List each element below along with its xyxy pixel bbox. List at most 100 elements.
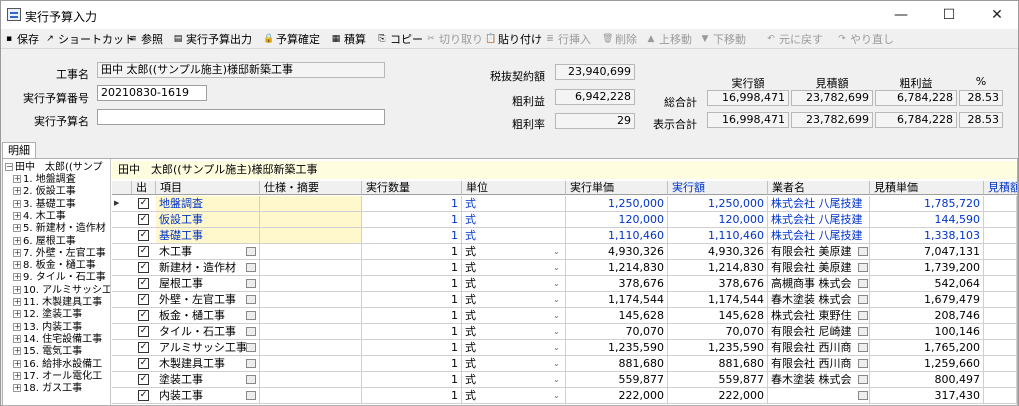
price-cell[interactable]: 1,174,544 [566, 292, 668, 307]
include-checkbox[interactable]: ✓ [138, 374, 149, 385]
table-row[interactable]: ✓ 外壁・左官工事 1 式 ⌄ 1,174,544 1,174,544 春木塗装 株式会 1,6… [112, 292, 1017, 308]
include-checkbox[interactable]: ✓ [138, 214, 149, 225]
detail-button-icon[interactable] [246, 247, 256, 256]
detail-button-icon[interactable] [246, 295, 256, 304]
spec-cell[interactable] [260, 340, 362, 355]
tree-item[interactable]: +5. 新建材・造作材 [13, 223, 106, 235]
expand-icon[interactable]: + [13, 187, 21, 196]
toolbar-button-paste[interactable]: 📋 貼り付け [485, 32, 542, 47]
expand-icon[interactable]: + [13, 371, 21, 380]
tree-item[interactable]: +7. 外壁・左官工事 [13, 248, 106, 260]
spec-cell[interactable] [260, 244, 362, 259]
table-row[interactable]: ✓ 木製建具工事 1 式 ⌄ 881,680 881,680 有限会社 西川商 1,259,66… [112, 356, 1017, 372]
spec-cell[interactable] [260, 308, 362, 323]
include-checkbox[interactable]: ✓ [138, 230, 149, 241]
detail-button-icon[interactable] [246, 311, 256, 320]
expand-icon[interactable]: + [13, 224, 21, 233]
price-cell[interactable]: 378,676 [566, 276, 668, 291]
price-cell[interactable]: 70,070 [566, 324, 668, 339]
spec-cell[interactable] [260, 388, 362, 403]
spec-cell[interactable] [260, 212, 362, 227]
estimate-amount-cell[interactable] [984, 356, 1017, 371]
tree-item[interactable]: +12. 塗装工事 [13, 309, 82, 321]
item-cell[interactable]: 外壁・左官工事 [156, 292, 260, 307]
detail-button-icon[interactable] [246, 279, 256, 288]
price-cell[interactable]: 1,214,830 [566, 260, 668, 275]
spec-cell[interactable] [260, 228, 362, 243]
item-cell[interactable]: 内装工事 [156, 388, 260, 403]
unit-cell[interactable]: 式 [462, 372, 566, 387]
expand-icon[interactable]: + [13, 248, 21, 257]
column-header[interactable]: 業者名 [768, 181, 870, 195]
vendor-lookup-icon[interactable] [858, 375, 868, 384]
price-cell[interactable]: 1,235,590 [566, 340, 668, 355]
vendor-cell[interactable]: 有限会社 尼崎建 [768, 324, 870, 339]
include-checkbox[interactable]: ✓ [138, 390, 149, 401]
qty-cell[interactable]: 1 [362, 228, 462, 243]
tree-root[interactable]: − 田中 太郎((サンプ [5, 162, 103, 174]
expand-icon[interactable]: + [13, 285, 21, 294]
qty-cell[interactable]: 1 [362, 260, 462, 275]
amount-cell[interactable]: 1,174,544 [668, 292, 768, 307]
table-row[interactable]: ✓ 新建材・造作材 1 式 ⌄ 1,214,830 1,214,830 有限会社 美原建 1,7… [112, 260, 1017, 276]
include-checkbox[interactable]: ✓ [138, 358, 149, 369]
toolbar-button-insert-row[interactable]: ≣ 行挿入 [545, 32, 591, 47]
expand-icon[interactable]: + [13, 384, 21, 393]
expand-icon[interactable]: + [13, 334, 21, 343]
estimate-price-cell[interactable]: 317,430 [870, 388, 984, 403]
estimate-price-cell[interactable]: 1,765,200 [870, 340, 984, 355]
table-row[interactable]: ✓ 内装工事 1 式 ⌄ 222,000 222,000 317,430 [112, 388, 1017, 404]
vendor-lookup-icon[interactable] [858, 279, 868, 288]
expand-icon[interactable]: + [13, 211, 21, 220]
tree-item[interactable]: +17. オール電化工 [13, 371, 102, 383]
vendor-cell[interactable]: 株式会社 八尾技建 [768, 212, 870, 227]
vendor-cell[interactable]: 株式会社 東野住 [768, 308, 870, 323]
expand-icon[interactable]: + [13, 347, 21, 356]
vendor-lookup-icon[interactable] [858, 311, 868, 320]
estimate-price-cell[interactable]: 144,590 [870, 212, 984, 227]
unit-cell[interactable]: 式 [462, 276, 566, 291]
toolbar-button-move-up[interactable]: ▲ 上移動 [646, 32, 692, 47]
detail-button-icon[interactable] [246, 359, 256, 368]
amount-cell[interactable]: 1,235,590 [668, 340, 768, 355]
item-cell[interactable]: 基礎工事 [156, 228, 260, 243]
price-cell[interactable]: 1,250,000 [566, 196, 668, 211]
table-row[interactable]: ✓ タイル・石工事 1 式 ⌄ 70,070 70,070 有限会社 尼崎建 100,146 [112, 324, 1017, 340]
estimate-amount-cell[interactable] [984, 228, 1017, 243]
unit-cell[interactable]: 式 [462, 292, 566, 307]
table-row[interactable]: ▶ ✓ 地盤調査 1 式 1,250,000 1,250,000 株式会社 八尾技建 1,785… [112, 196, 1017, 212]
expand-icon[interactable]: + [13, 261, 21, 270]
amount-cell[interactable]: 1,110,460 [668, 228, 768, 243]
tree-item[interactable]: +15. 電気工事 [13, 346, 82, 358]
price-cell[interactable]: 1,110,460 [566, 228, 668, 243]
estimate-price-cell[interactable]: 7,047,131 [870, 244, 984, 259]
tree-item[interactable]: +16. 給排水設備工 [13, 359, 102, 371]
estimate-price-cell[interactable]: 1,259,660 [870, 356, 984, 371]
price-cell[interactable]: 222,000 [566, 388, 668, 403]
vendor-cell[interactable]: 株式会社 八尾技建 [768, 228, 870, 243]
estimate-amount-cell[interactable] [984, 372, 1017, 387]
column-header[interactable]: 見積額 [984, 181, 1017, 195]
table-row[interactable]: ✓ 塗装工事 1 式 ⌄ 559,877 559,877 春木塗装 株式会 800,497 [112, 372, 1017, 388]
amount-cell[interactable]: 881,680 [668, 356, 768, 371]
estimate-price-cell[interactable]: 100,146 [870, 324, 984, 339]
qty-cell[interactable]: 1 [362, 244, 462, 259]
vendor-cell[interactable]: 株式会社 八尾技建 [768, 196, 870, 211]
vendor-lookup-icon[interactable] [858, 327, 868, 336]
tree-item[interactable]: +11. 木製建具工事 [13, 297, 102, 309]
column-header[interactable]: 見積単価 [870, 181, 984, 195]
qty-cell[interactable]: 1 [362, 212, 462, 227]
estimate-price-cell[interactable]: 1,785,720 [870, 196, 984, 211]
amount-cell[interactable]: 1,250,000 [668, 196, 768, 211]
toolbar-button-redo[interactable]: ↷ やり直し [837, 32, 894, 47]
item-cell[interactable]: 仮設工事 [156, 212, 260, 227]
unit-cell[interactable]: 式 [462, 244, 566, 259]
tree-item[interactable]: +6. 屋根工事 [13, 236, 76, 248]
detail-button-icon[interactable] [246, 375, 256, 384]
include-checkbox[interactable]: ✓ [138, 198, 149, 209]
detail-button-icon[interactable] [246, 343, 256, 352]
amount-cell[interactable]: 4,930,326 [668, 244, 768, 259]
amount-cell[interactable]: 145,628 [668, 308, 768, 323]
estimate-amount-cell[interactable] [984, 292, 1017, 307]
include-checkbox[interactable]: ✓ [138, 342, 149, 353]
